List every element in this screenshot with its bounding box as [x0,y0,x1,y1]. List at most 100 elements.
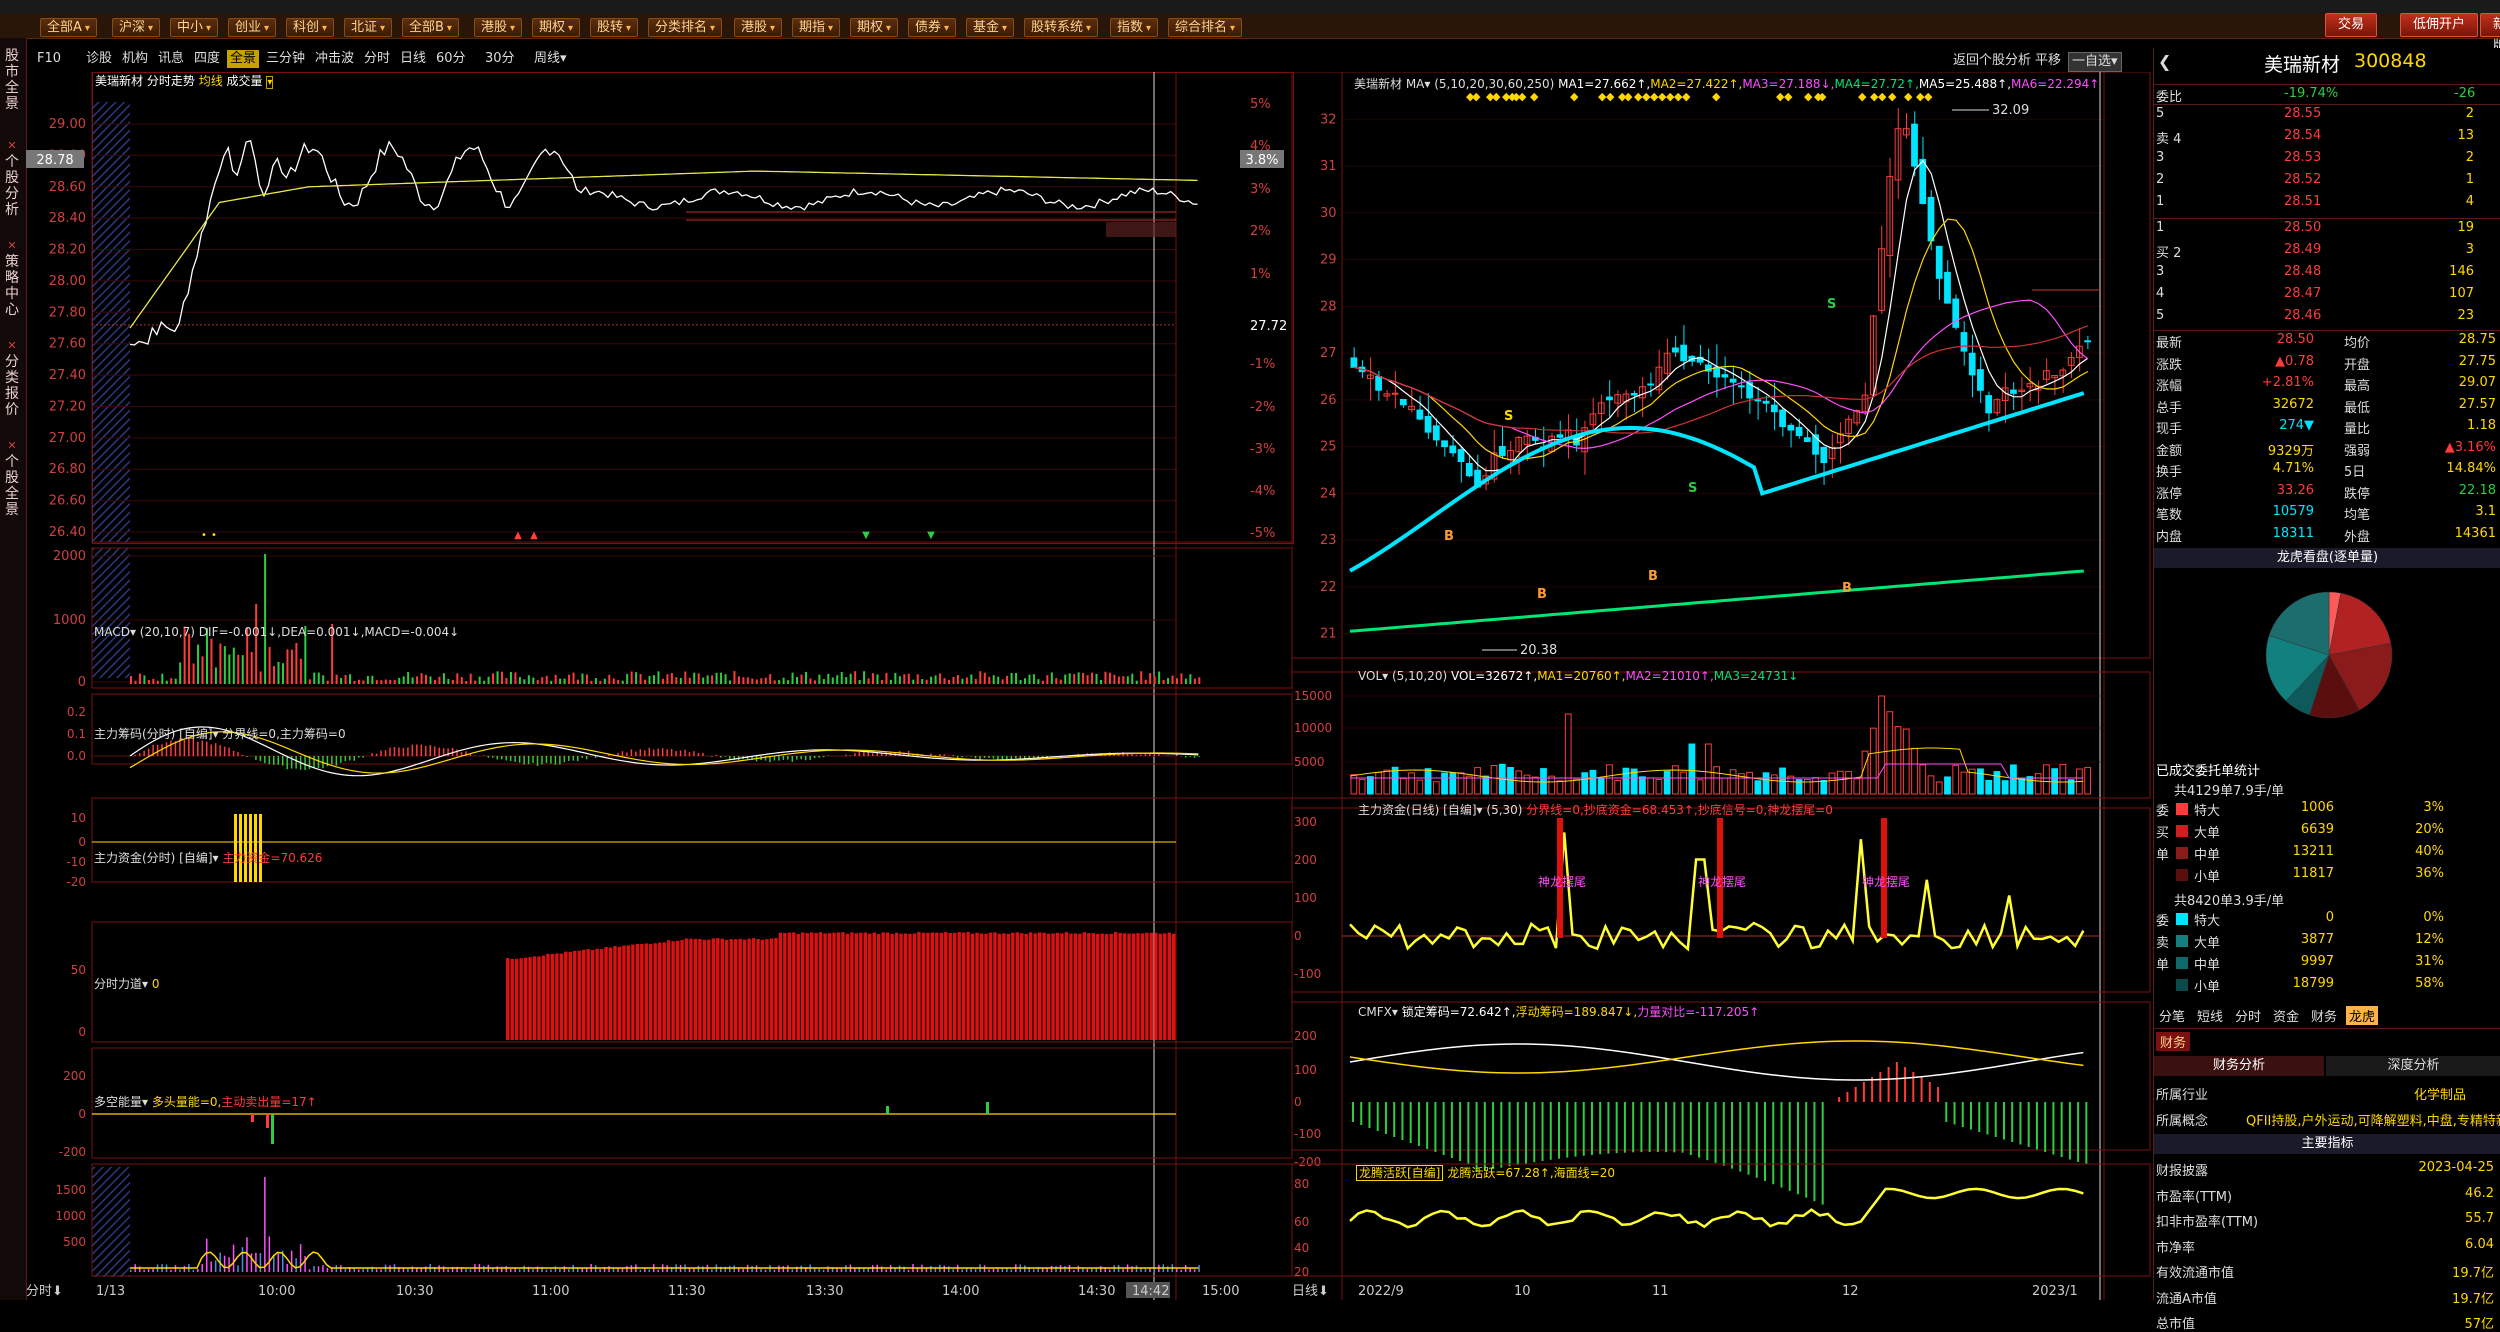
menu-item-label: 全部A [47,20,82,35]
funds-bar [756,939,759,1040]
menu-item[interactable]: 港股▾ [474,18,522,37]
volume-bar [510,672,512,684]
top-action-button[interactable]: 低佣开户 [2400,13,2478,37]
left-tab-stock-panorama[interactable]: ✕个股全景 [3,438,21,518]
toolbar-item[interactable]: 三分钟 [263,50,308,68]
cmfx-bar [1624,1102,1626,1153]
menu-item[interactable]: 北证▾ [344,18,392,37]
finance-tab[interactable]: 财务 [2156,1032,2190,1051]
energy-bar [1002,1269,1004,1272]
toolbar-item[interactable]: 60分 [433,50,469,68]
cmfx-value: 浮动筹码=189.847↓, [1516,1005,1638,1019]
volume-bar [202,656,204,684]
volume-bar [733,671,735,684]
macd-bar [568,756,570,761]
bid-row: 5 [2156,308,2164,323]
menu-item[interactable]: 股转▾ [590,18,638,37]
menu-item[interactable]: 全部B▾ [402,18,459,37]
buy-sell-marker: B [1842,581,1852,596]
candle-body [1771,405,1777,412]
cmfx-bar [1467,1102,1469,1164]
menu-item[interactable]: 创业▾ [228,18,276,37]
toolbar-item[interactable]: 机构 [119,50,151,68]
top-action-button[interactable]: 新版 [2480,13,2500,37]
funds-bar [957,932,960,1040]
daily-volume-bar [1433,782,1439,794]
toolbar-item[interactable]: 30分 [482,50,518,68]
funds-bar [855,933,858,1040]
macd-bar [957,756,959,758]
collapse-icon[interactable]: ❮ [2158,52,2171,71]
toolbar-item[interactable]: 讯息 [155,50,187,68]
left-tab-stock-analysis[interactable]: ✕个股分析 [3,138,21,218]
toolbar-item[interactable]: 诊股 [83,50,115,68]
top-action-button[interactable]: 交易 [2325,13,2377,37]
menu-item[interactable]: 指数▾ [1110,18,1158,37]
cmfx-bar [1476,1102,1478,1172]
volume-bar [617,680,619,684]
menu-item[interactable]: 综合排名▾ [1168,18,1242,37]
volume-bar [546,676,548,684]
close-icon[interactable]: ✕ [3,138,21,154]
menu-item[interactable]: 沪深▾ [112,18,160,37]
funds-bar [1150,933,1153,1040]
energy-bar [952,1269,954,1272]
macd-bar [774,756,776,760]
volume-bar [948,680,950,684]
menu-item[interactable]: 分类排名▾ [648,18,722,37]
stat-row: 14.84% [2404,461,2496,476]
funds-bar [913,933,916,1040]
menu-item[interactable]: 中小▾ [170,18,218,37]
energy-bar [130,1270,132,1272]
volume-bar [537,680,539,684]
left-tab-market-overview[interactable]: 股市全景 [3,48,21,112]
quote-tab[interactable]: 财务 [2308,1006,2340,1025]
back-to-analysis-button[interactable]: 返回个股分析 [1950,52,2034,70]
pan-button[interactable]: 平移 [2032,52,2064,70]
finance-analysis-tab[interactable]: 财务分析 [2154,1056,2324,1076]
toolbar-item[interactable]: 全景 [227,50,259,68]
menu-item[interactable]: 债券▾ [908,18,956,37]
left-tab-strategy[interactable]: ✕策略中心 [3,238,21,318]
toolbar-item[interactable]: F10 [34,50,64,68]
cmfx-bar [1822,1102,1824,1205]
volume-value: VOL▾ (5,10,20) [1358,669,1451,683]
quote-tab[interactable]: 分笔 [2156,1006,2188,1025]
toolbar-item[interactable]: 四度 [191,50,223,68]
cmfx-bar [1451,1102,1453,1158]
energy-bar [841,1269,843,1272]
energy-bar [1176,1269,1178,1272]
left-tab-category-quotes[interactable]: ✕分类报价 [3,338,21,418]
menu-item[interactable]: 科创▾ [286,18,334,37]
menu-item[interactable]: 股转系统▾ [1024,18,1098,37]
menu-item[interactable]: 基金▾ [966,18,1014,37]
menu-item[interactable]: 全部A▾ [40,18,97,37]
volume-bar [885,673,887,684]
close-icon[interactable]: ✕ [3,238,21,254]
macd-bar [555,756,557,765]
metric-row: 57亿 [2354,1313,2494,1332]
watchlist-dropdown[interactable]: 一自选▾ [2068,52,2122,72]
daily-volume-bar [1813,778,1819,794]
close-icon[interactable]: ✕ [3,438,21,454]
quote-tab[interactable]: 分时 [2232,1006,2264,1025]
energy-bar [318,1266,320,1272]
menu-item[interactable]: 期权▾ [850,18,898,37]
deep-analysis-tab[interactable]: 深度分析 [2326,1056,2500,1076]
close-icon[interactable]: ✕ [3,338,21,354]
volume-bar [573,673,575,684]
toolbar-item[interactable]: 分时 [361,50,393,68]
funds-bar [1154,933,1157,1040]
toolbar-item[interactable]: 日线 [397,50,429,68]
quote-tab[interactable]: 资金 [2270,1006,2302,1025]
menu-item[interactable]: 港股▾ [734,18,782,37]
menu-item[interactable]: 期权▾ [532,18,580,37]
toolbar-item[interactable]: 周线▾ [531,50,570,68]
quote-tab[interactable]: 龙虎 [2346,1006,2378,1025]
toolbar-item[interactable]: 冲击波 [312,50,357,68]
menu-item[interactable]: 期指▾ [792,18,840,37]
legend-swatch [2176,979,2188,991]
quote-tab[interactable]: 短线 [2194,1006,2226,1025]
panel-label[interactable]: 龙腾活跃[自编] [1356,1165,1443,1181]
price-axis-label: 29.00 [49,117,86,132]
